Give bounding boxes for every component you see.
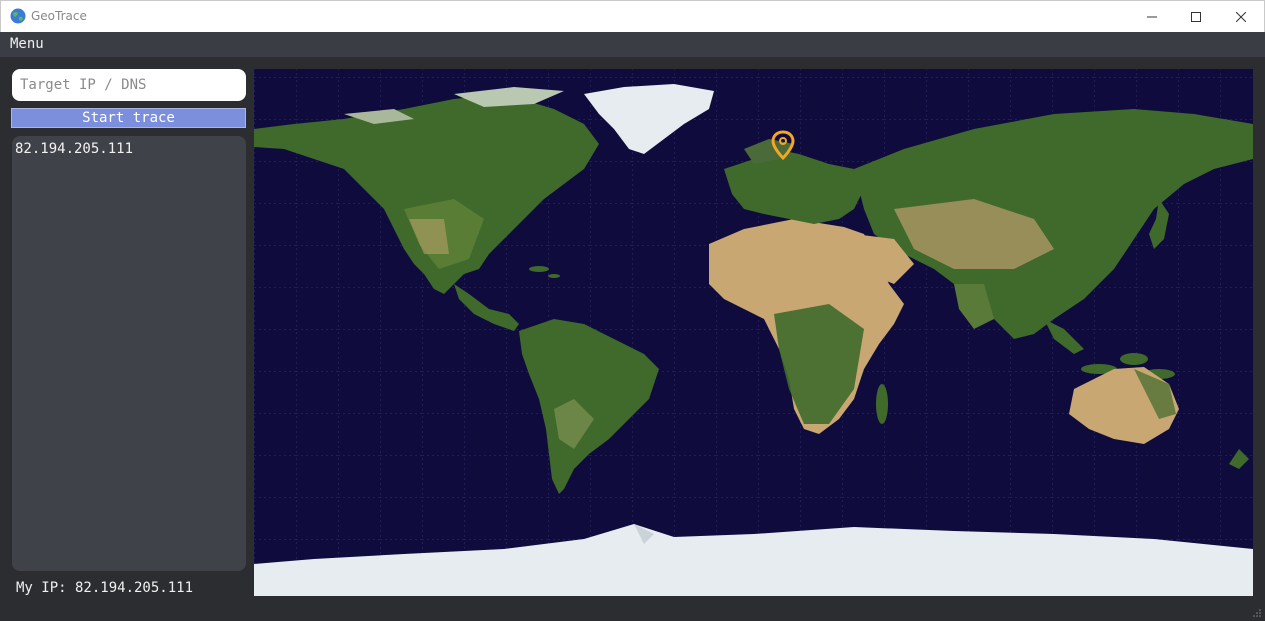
menu-bar: Menu	[0, 32, 1265, 57]
start-trace-button[interactable]: Start trace	[11, 108, 246, 128]
close-icon	[1236, 11, 1246, 22]
minimize-icon	[1147, 16, 1157, 17]
window-title: GeoTrace	[31, 9, 87, 23]
hop-list[interactable]: 82.194.205.111	[12, 136, 246, 571]
title-bar: GeoTrace	[0, 0, 1265, 32]
globe-icon	[10, 8, 26, 24]
maximize-icon	[1191, 11, 1201, 22]
target-input[interactable]	[12, 69, 246, 101]
resize-grip-icon[interactable]	[1253, 609, 1261, 617]
my-ip-label: My IP: 82.194.205.111	[16, 580, 194, 596]
minimize-button[interactable]	[1129, 1, 1175, 32]
maximize-button[interactable]	[1173, 1, 1219, 32]
world-map[interactable]	[254, 69, 1253, 596]
list-item[interactable]: 82.194.205.111	[15, 140, 243, 158]
close-button[interactable]	[1218, 1, 1264, 32]
map-canvas	[254, 69, 1253, 596]
menu-item-menu[interactable]: Menu	[10, 36, 44, 52]
